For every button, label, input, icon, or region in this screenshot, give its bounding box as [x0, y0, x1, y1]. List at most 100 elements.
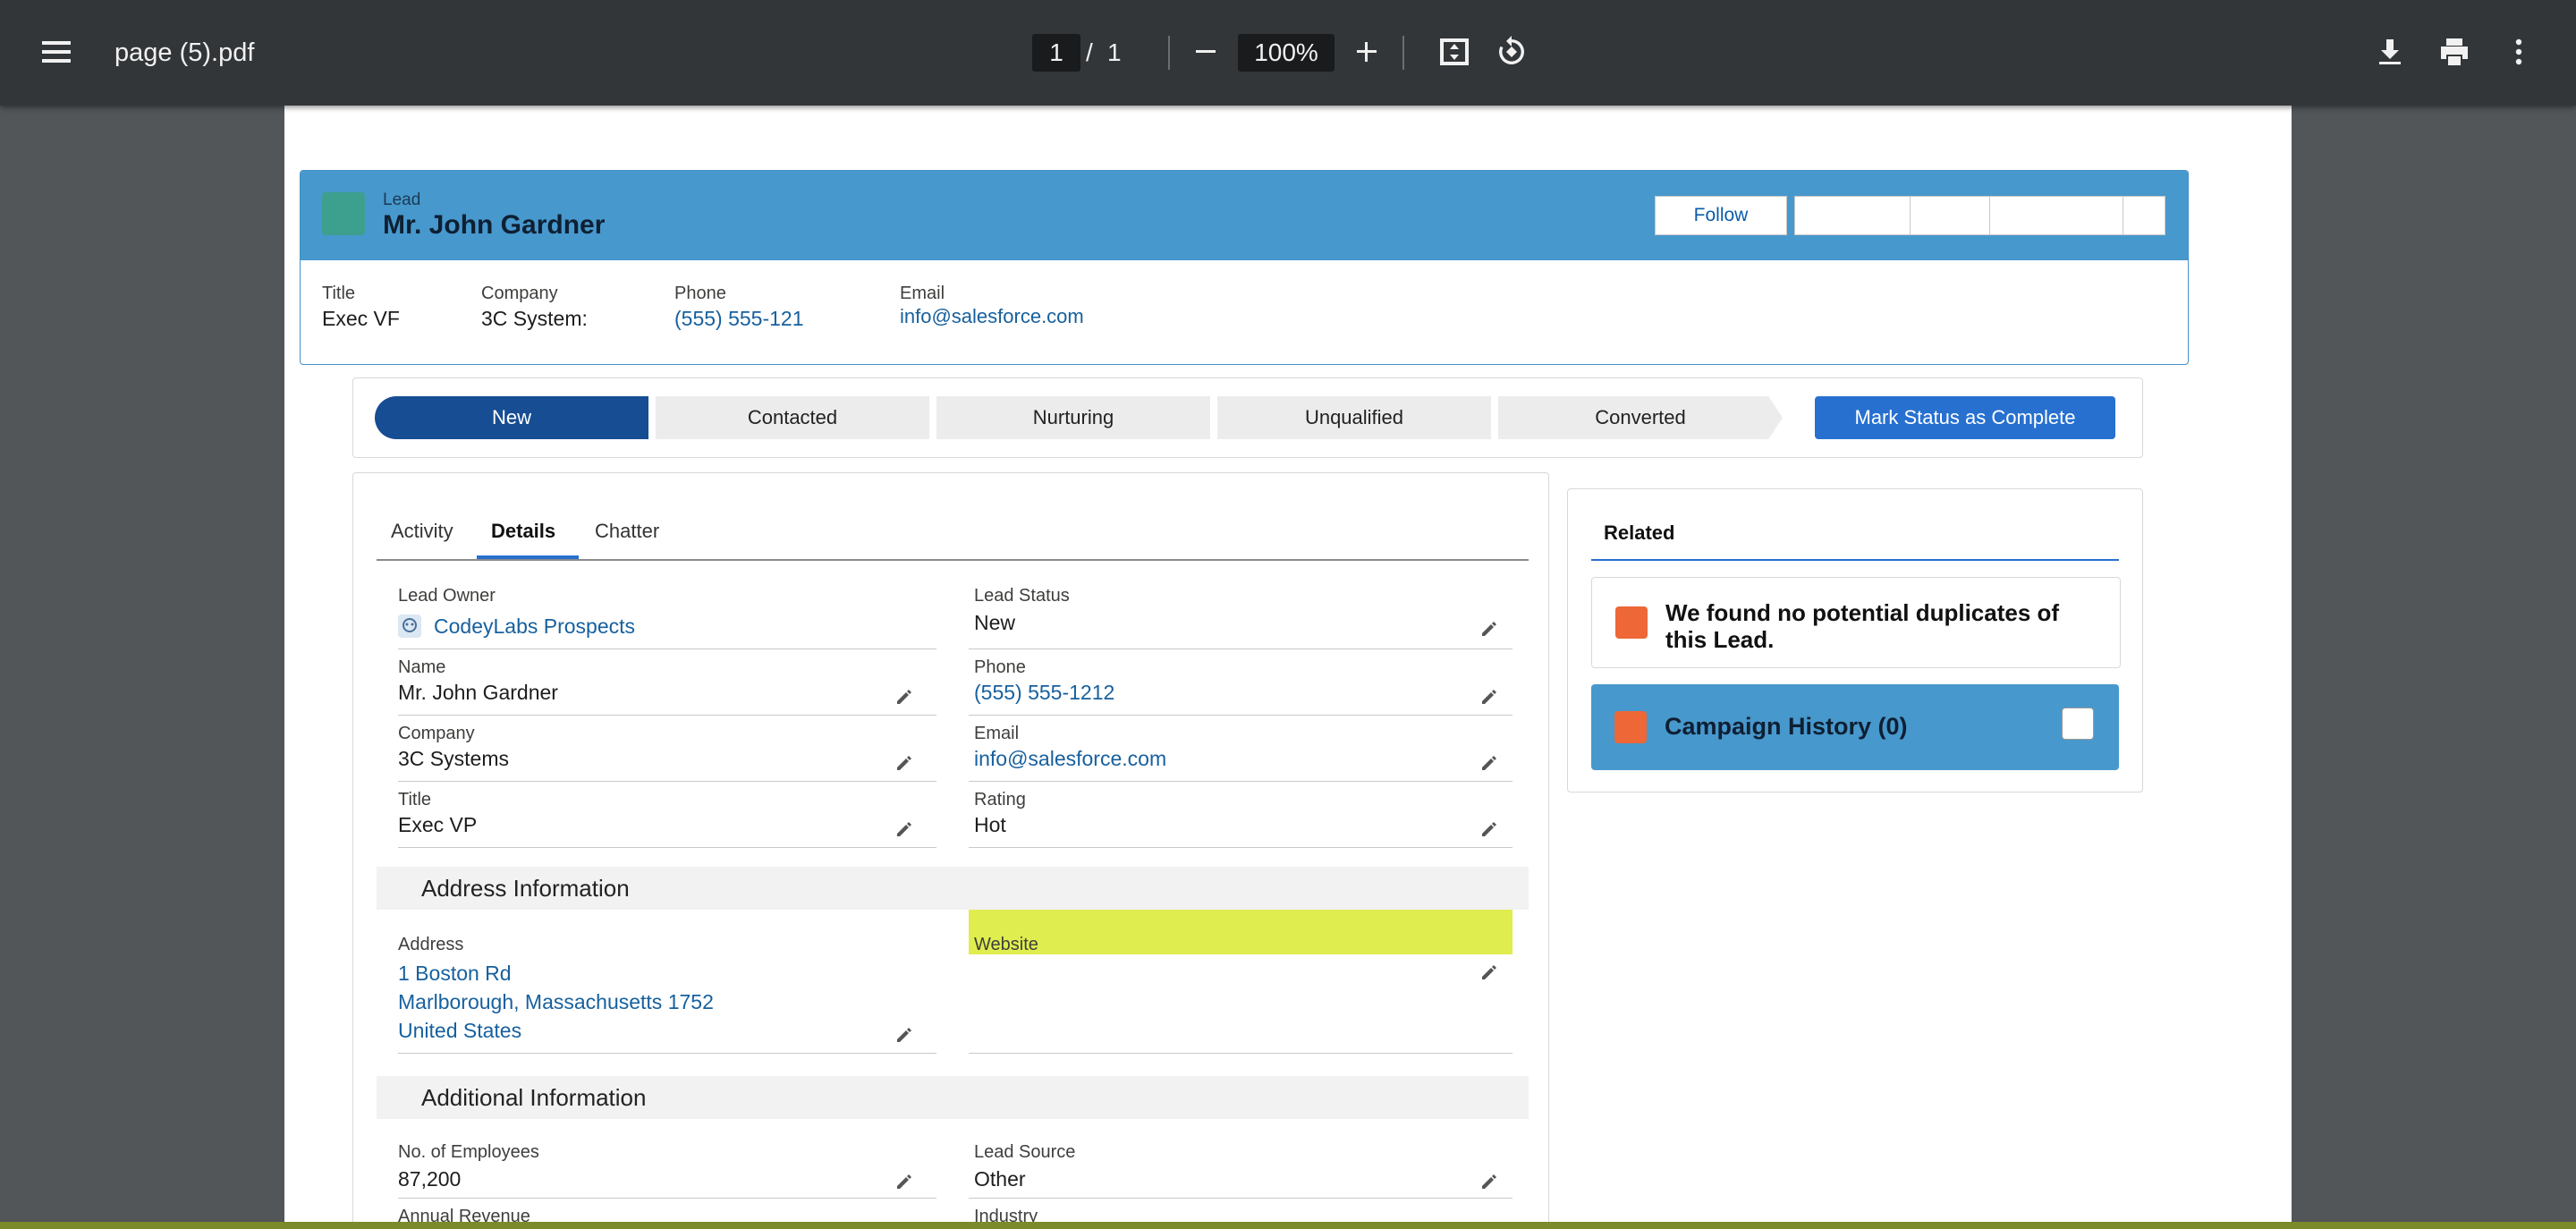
details-card: Activity Details Chatter Lead Owner Code…	[352, 472, 1549, 1229]
lead-source-value: Other	[974, 1167, 1026, 1191]
edit-pencil-icon[interactable]	[895, 754, 913, 772]
edit-pencil-icon[interactable]	[1480, 820, 1498, 838]
path-step-contacted[interactable]: Contacted	[656, 396, 929, 439]
field-underline	[398, 781, 936, 782]
highlight-company-value: 3C System:	[481, 307, 588, 330]
lead-object-type: Lead	[383, 191, 421, 209]
title-value: Exec VP	[398, 813, 478, 836]
path-step-converted[interactable]: Converted	[1498, 396, 1783, 439]
download-icon[interactable]	[2361, 23, 2419, 81]
edit-pencil-icon[interactable]	[1480, 754, 1498, 772]
field-underline	[969, 648, 1513, 649]
highlight-email-link[interactable]: info@salesforce.com	[900, 305, 1084, 328]
rating-label: Rating	[974, 790, 1026, 809]
lead-header-card: Lead Mr. John Gardner Follow Title Exec …	[300, 170, 2189, 365]
rotate-icon[interactable]	[1483, 23, 1540, 81]
field-underline	[969, 1198, 1513, 1199]
website-label: Website	[974, 935, 1038, 954]
zoom-in-icon[interactable]	[1338, 23, 1395, 81]
toolbar-divider	[1168, 36, 1170, 70]
address-label: Address	[398, 935, 464, 954]
company-value: 3C Systems	[398, 747, 509, 770]
tab-divider	[377, 559, 1529, 561]
zoom-out-icon[interactable]	[1177, 23, 1234, 81]
field-underline	[969, 715, 1513, 716]
tab-activity[interactable]: Activity	[391, 520, 453, 543]
email-link[interactable]: info@salesforce.com	[974, 747, 1166, 771]
owner-avatar-icon	[398, 614, 421, 638]
phone-link[interactable]: (555) 555-1212	[974, 681, 1114, 705]
fit-page-icon[interactable]	[1426, 23, 1483, 81]
tab-details[interactable]: Details	[491, 520, 555, 543]
lead-owner-link[interactable]: CodeyLabs Prospects	[434, 614, 635, 639]
follow-button[interactable]: Follow	[1655, 196, 1787, 235]
duplicates-message: We found no potential duplicates of this…	[1665, 599, 2060, 653]
related-card: Related We found no potential duplicates…	[1567, 488, 2143, 792]
address-line-2[interactable]: Marlborough, Massachusetts 1752	[398, 990, 714, 1014]
edit-pencil-icon[interactable]	[1480, 1173, 1498, 1191]
more-vert-icon[interactable]	[2490, 23, 2547, 81]
employees-value: 87,200	[398, 1167, 462, 1191]
field-underline	[398, 1198, 936, 1199]
rating-value: Hot	[974, 813, 1006, 836]
menu-icon[interactable]	[28, 23, 85, 81]
company-label: Company	[398, 724, 475, 743]
address-section-header[interactable]: Address Information	[377, 867, 1529, 910]
edit-pencil-icon[interactable]	[1480, 688, 1498, 706]
bottom-edge	[0, 1222, 2576, 1229]
path-step-unqualified[interactable]: Unqualified	[1217, 396, 1491, 439]
field-underline	[969, 781, 1513, 782]
header-action-button[interactable]	[1989, 196, 2123, 235]
edit-pencil-icon[interactable]	[895, 688, 913, 706]
related-tab-indicator	[1591, 559, 2119, 561]
document-title: page (5).pdf	[114, 38, 255, 67]
edit-pencil-icon[interactable]	[895, 1173, 913, 1191]
edit-pencil-icon[interactable]	[895, 820, 913, 838]
field-underline	[398, 847, 936, 848]
toolbar-divider	[1402, 36, 1404, 70]
lead-status-label: Lead Status	[974, 586, 1070, 606]
duplicates-card: We found no potential duplicates of this…	[1591, 577, 2121, 668]
edit-pencil-icon[interactable]	[1480, 620, 1498, 638]
header-action-dropdown[interactable]	[2123, 196, 2165, 235]
additional-section-header[interactable]: Additional Information	[377, 1076, 1529, 1119]
tab-chatter[interactable]: Chatter	[595, 520, 659, 543]
lead-object-icon	[322, 192, 365, 235]
lead-name-title: Mr. John Gardner	[383, 210, 606, 240]
name-value: Mr. John Gardner	[398, 681, 558, 704]
highlight-title-value: Exec VF	[322, 307, 400, 330]
edit-pencil-icon[interactable]	[895, 1026, 913, 1044]
status-path: New Contacted Nurturing Unqualified Conv…	[352, 377, 2143, 458]
field-underline	[969, 847, 1513, 848]
highlight-email-label: Email	[900, 284, 945, 303]
highlight-phone-label: Phone	[674, 284, 726, 303]
address-line-3[interactable]: United States	[398, 1019, 521, 1043]
print-icon[interactable]	[2426, 23, 2483, 81]
page-total: 1	[1107, 38, 1122, 66]
header-action-button[interactable]	[1910, 196, 1990, 235]
campaign-history-card[interactable]: Campaign History (0)	[1591, 684, 2119, 770]
phone-label: Phone	[974, 657, 1026, 677]
path-step-new[interactable]: New	[375, 396, 648, 439]
field-underline	[969, 1053, 1513, 1054]
field-underline	[398, 1053, 936, 1054]
zoom-level-input[interactable]: 100%	[1238, 34, 1335, 72]
campaign-history-title[interactable]: Campaign History (0)	[1665, 713, 1908, 741]
highlight-company-label: Company	[481, 284, 558, 303]
tab-related[interactable]: Related	[1604, 521, 1674, 545]
lead-owner-label: Lead Owner	[398, 586, 496, 606]
highlight-title-label: Title	[322, 284, 356, 303]
mark-status-complete-button[interactable]: Mark Status as Complete	[1815, 396, 2115, 439]
employees-label: No. of Employees	[398, 1142, 539, 1162]
campaign-checkbox[interactable]	[2062, 708, 2094, 740]
page-number-input[interactable]: 1	[1032, 34, 1080, 72]
field-underline	[398, 715, 936, 716]
lead-status-value: New	[974, 611, 1016, 634]
address-line-1[interactable]: 1 Boston Rd	[398, 962, 512, 986]
field-underline	[398, 648, 936, 649]
header-action-button[interactable]	[1794, 196, 1911, 235]
highlight-phone-link[interactable]: (555) 555-121	[674, 307, 804, 331]
edit-pencil-icon[interactable]	[1480, 963, 1498, 981]
path-step-nurturing[interactable]: Nurturing	[936, 396, 1210, 439]
page-separator: /	[1086, 38, 1093, 66]
